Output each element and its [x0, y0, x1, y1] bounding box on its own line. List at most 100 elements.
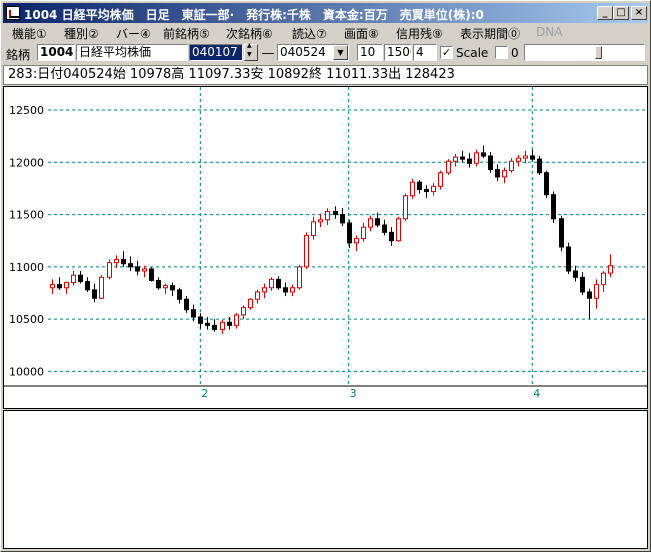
- price-chart[interactable]: 1250012000115001100010500100002345: [3, 86, 648, 409]
- candle-body: [248, 298, 253, 309]
- candle-body: [269, 278, 274, 289]
- candle-body: [551, 194, 556, 220]
- menu-type[interactable]: 種別②: [64, 25, 99, 42]
- candle-body: [156, 279, 161, 289]
- price-info-line: 283:日付040524始 10978高 11097.33安 10892終 11…: [3, 65, 648, 85]
- menu-next-symbol[interactable]: 次銘柄⑥: [226, 25, 273, 42]
- candle-body: [107, 262, 112, 278]
- date-from-input[interactable]: 040107: [189, 44, 243, 61]
- candle-body: [142, 268, 147, 272]
- scroll-slider[interactable]: [524, 44, 645, 61]
- title-bar[interactable]: 1004 日経平均株価 日足 東証一部· 発行株:千株 資本金:百万 売買単位(…: [3, 3, 648, 23]
- candle-body: [50, 284, 55, 289]
- menu-screen[interactable]: 画面⑧: [344, 25, 379, 42]
- x-tick-label: 2: [201, 387, 208, 400]
- candle-body: [128, 263, 133, 268]
- candle-body: [297, 266, 302, 289]
- toolbar: 銘柄 1004 日経平均株価 040107 ― 040524 ▼ 10 1500…: [3, 42, 648, 64]
- candle-body: [92, 289, 97, 299]
- candle-body: [114, 259, 119, 264]
- candle-body: [57, 284, 62, 289]
- candle-body: [481, 152, 486, 157]
- candle-body: [262, 287, 267, 293]
- candle-body: [135, 266, 140, 272]
- menu-margin[interactable]: 信用残⑨: [396, 25, 443, 42]
- candle-body: [608, 265, 613, 274]
- menu-display-period[interactable]: 表示期間⓪: [460, 25, 520, 42]
- close-button[interactable]: ×: [631, 6, 647, 20]
- candle-body: [212, 324, 217, 331]
- candle-body: [573, 270, 578, 278]
- candle-body: [594, 284, 599, 299]
- candlestick-chart: 1250012000115001100010500100002345: [4, 87, 647, 400]
- chevron-down-icon[interactable]: ▼: [333, 45, 348, 60]
- param2-input[interactable]: 1500: [384, 44, 412, 61]
- candle-body: [587, 291, 592, 299]
- menu-load[interactable]: 読込⑦: [292, 25, 327, 42]
- param1-input[interactable]: 10: [357, 44, 383, 61]
- symbol-label: 銘柄: [6, 48, 31, 62]
- scale-checkbox[interactable]: ✓: [440, 46, 453, 59]
- app-icon: [6, 6, 20, 20]
- candle-body: [290, 287, 295, 293]
- candle-body: [396, 218, 401, 242]
- candle-body: [361, 226, 366, 240]
- candle-body: [163, 285, 168, 289]
- menu-dna[interactable]: DNA: [536, 25, 562, 39]
- candle-body: [559, 218, 564, 248]
- candle-body: [347, 222, 352, 244]
- candle-body: [149, 268, 154, 281]
- y-tick-label: 12000: [9, 156, 44, 169]
- candle-body: [509, 160, 514, 172]
- candle-body: [205, 322, 210, 326]
- candle-body: [375, 218, 380, 226]
- candle-body: [488, 155, 493, 171]
- menu-prev-symbol[interactable]: 前銘柄⑤: [163, 25, 210, 42]
- candle-body: [85, 280, 90, 291]
- candle-body: [382, 224, 387, 233]
- zero-label: 0: [511, 46, 519, 60]
- candle-body: [99, 276, 104, 299]
- symbol-code-input[interactable]: 1004: [37, 44, 75, 61]
- candle-body: [460, 156, 465, 160]
- minimize-button[interactable]: _: [597, 6, 613, 20]
- candle-body: [537, 158, 542, 174]
- symbol-name-field: 日経平均株価: [76, 44, 188, 61]
- param3-input[interactable]: 4: [413, 44, 437, 61]
- candle-body: [177, 289, 182, 300]
- date-range-dash: ―: [262, 46, 274, 60]
- menu-bar-type[interactable]: バー④: [116, 25, 151, 42]
- maximize-button[interactable]: □: [613, 6, 629, 20]
- candle-body: [184, 298, 189, 311]
- y-tick-label: 12500: [9, 104, 44, 117]
- sub-chart-pane[interactable]: [3, 410, 648, 549]
- candle-body: [424, 188, 429, 193]
- scale-label: Scale: [456, 46, 489, 60]
- candle-body: [410, 181, 415, 197]
- candle-body: [71, 274, 76, 284]
- y-tick-label: 11500: [9, 209, 44, 222]
- slider-thumb[interactable]: [595, 46, 602, 59]
- main-window: 1004 日経平均株価 日足 東証一部· 発行株:千株 資本金:百万 売買単位(…: [0, 0, 651, 552]
- menu-function[interactable]: 機能①: [12, 25, 47, 42]
- candle-body: [191, 309, 196, 318]
- date-from-spinner[interactable]: [244, 42, 258, 61]
- candle-body: [601, 272, 606, 286]
- candle-body: [467, 158, 472, 164]
- candle-body: [304, 234, 309, 268]
- candle-body: [544, 172, 549, 196]
- candle-body: [325, 210, 330, 221]
- candle-body: [64, 282, 69, 289]
- zero-checkbox[interactable]: [495, 46, 508, 59]
- candle-body: [474, 152, 479, 164]
- candle-body: [516, 157, 521, 162]
- candle-body: [566, 246, 571, 272]
- menu-bar: 機能① 種別② バー④ 前銘柄⑤ 次銘柄⑥ 読込⑦ 画面⑧ 信用残⑨ 表示期間⓪…: [3, 23, 648, 42]
- candle-body: [276, 278, 281, 289]
- candle-body: [170, 285, 175, 291]
- candle-body: [220, 321, 225, 331]
- candle-body: [431, 185, 436, 193]
- candle-body: [318, 219, 323, 223]
- y-tick-label: 11000: [9, 261, 44, 274]
- candle-body: [580, 276, 585, 293]
